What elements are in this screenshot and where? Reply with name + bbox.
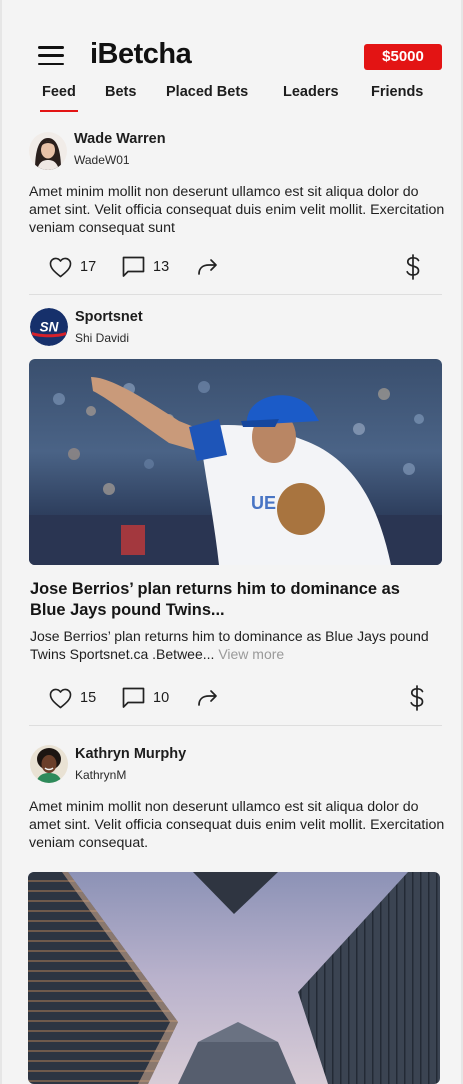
dollar-icon — [410, 685, 424, 711]
heart-icon — [49, 257, 72, 277]
hamburger-menu-icon[interactable] — [38, 46, 64, 68]
avatar[interactable] — [29, 132, 67, 170]
comment-count: 13 — [153, 259, 170, 275]
heart-icon — [49, 688, 72, 708]
share-arrow-icon — [198, 690, 217, 706]
author-name[interactable]: Kathryn Murphy — [75, 746, 186, 762]
post-image[interactable] — [28, 872, 440, 1084]
bet-button[interactable] — [409, 685, 425, 711]
svg-text:UE: UE — [251, 493, 276, 513]
nav-tabs: Feed Bets Placed Bets Leaders Friends — [2, 82, 461, 112]
tab-placed-bets[interactable]: Placed Bets — [166, 84, 248, 100]
comment-icon — [122, 687, 145, 708]
tab-leaders[interactable]: Leaders — [283, 84, 339, 100]
post-text: Amet minim mollit non deserunt ullamco e… — [29, 799, 445, 852]
avatar[interactable] — [30, 745, 68, 783]
comment-button[interactable]: 10 — [122, 685, 169, 711]
balance-badge[interactable]: $5000 — [364, 44, 442, 70]
comment-count: 10 — [153, 690, 170, 706]
article-image[interactable]: UE — [29, 359, 442, 565]
bet-button[interactable] — [405, 254, 421, 280]
author-name[interactable]: Wade Warren — [74, 131, 166, 147]
tab-bets[interactable]: Bets — [105, 84, 136, 100]
avatar-photo — [30, 745, 68, 783]
sportsnet-logo-text: SN — [40, 320, 59, 335]
article-headline[interactable]: Jose Berrios’ plan returns him to domina… — [30, 579, 430, 621]
comment-button[interactable]: 13 — [122, 254, 169, 280]
share-button[interactable] — [197, 254, 219, 280]
tab-feed[interactable]: Feed — [40, 84, 78, 112]
author-handle: WadeW01 — [74, 153, 130, 167]
like-button[interactable]: 17 — [49, 254, 96, 280]
skyscrapers-photo — [28, 872, 440, 1084]
tab-friends[interactable]: Friends — [371, 84, 423, 100]
author-handle: Shi Davidi — [75, 331, 130, 345]
avatar-photo — [29, 132, 67, 170]
post-actions: 17 13 — [29, 254, 442, 284]
post-actions: 15 10 — [29, 685, 442, 715]
sportsnet-logo[interactable]: SN — [30, 308, 68, 346]
like-count: 15 — [80, 690, 97, 706]
like-button[interactable]: 15 — [49, 685, 96, 711]
view-more-link[interactable]: View more — [218, 646, 284, 662]
dollar-icon — [406, 254, 420, 280]
author-handle: KathrynM — [75, 768, 127, 782]
article-summary: Jose Berrios’ plan returns him to domina… — [30, 627, 440, 663]
app-header: iBetcha $5000 Feed Bets Placed Bets Lead… — [2, 0, 461, 112]
sportsnet-logo-icon: SN — [30, 308, 68, 346]
post-divider — [29, 294, 442, 295]
author-name[interactable]: Sportsnet — [75, 309, 143, 325]
post-text: Amet minim mollit non deserunt ullamco e… — [29, 184, 445, 237]
like-count: 17 — [80, 259, 97, 275]
share-arrow-icon — [198, 259, 217, 275]
post-divider — [29, 725, 442, 726]
comment-icon — [122, 256, 145, 277]
app-logo: iBetcha — [90, 38, 192, 70]
app-screen: iBetcha $5000 Feed Bets Placed Bets Lead… — [0, 0, 463, 1084]
baseball-pitcher-photo: UE — [29, 359, 442, 565]
share-button[interactable] — [197, 685, 219, 711]
